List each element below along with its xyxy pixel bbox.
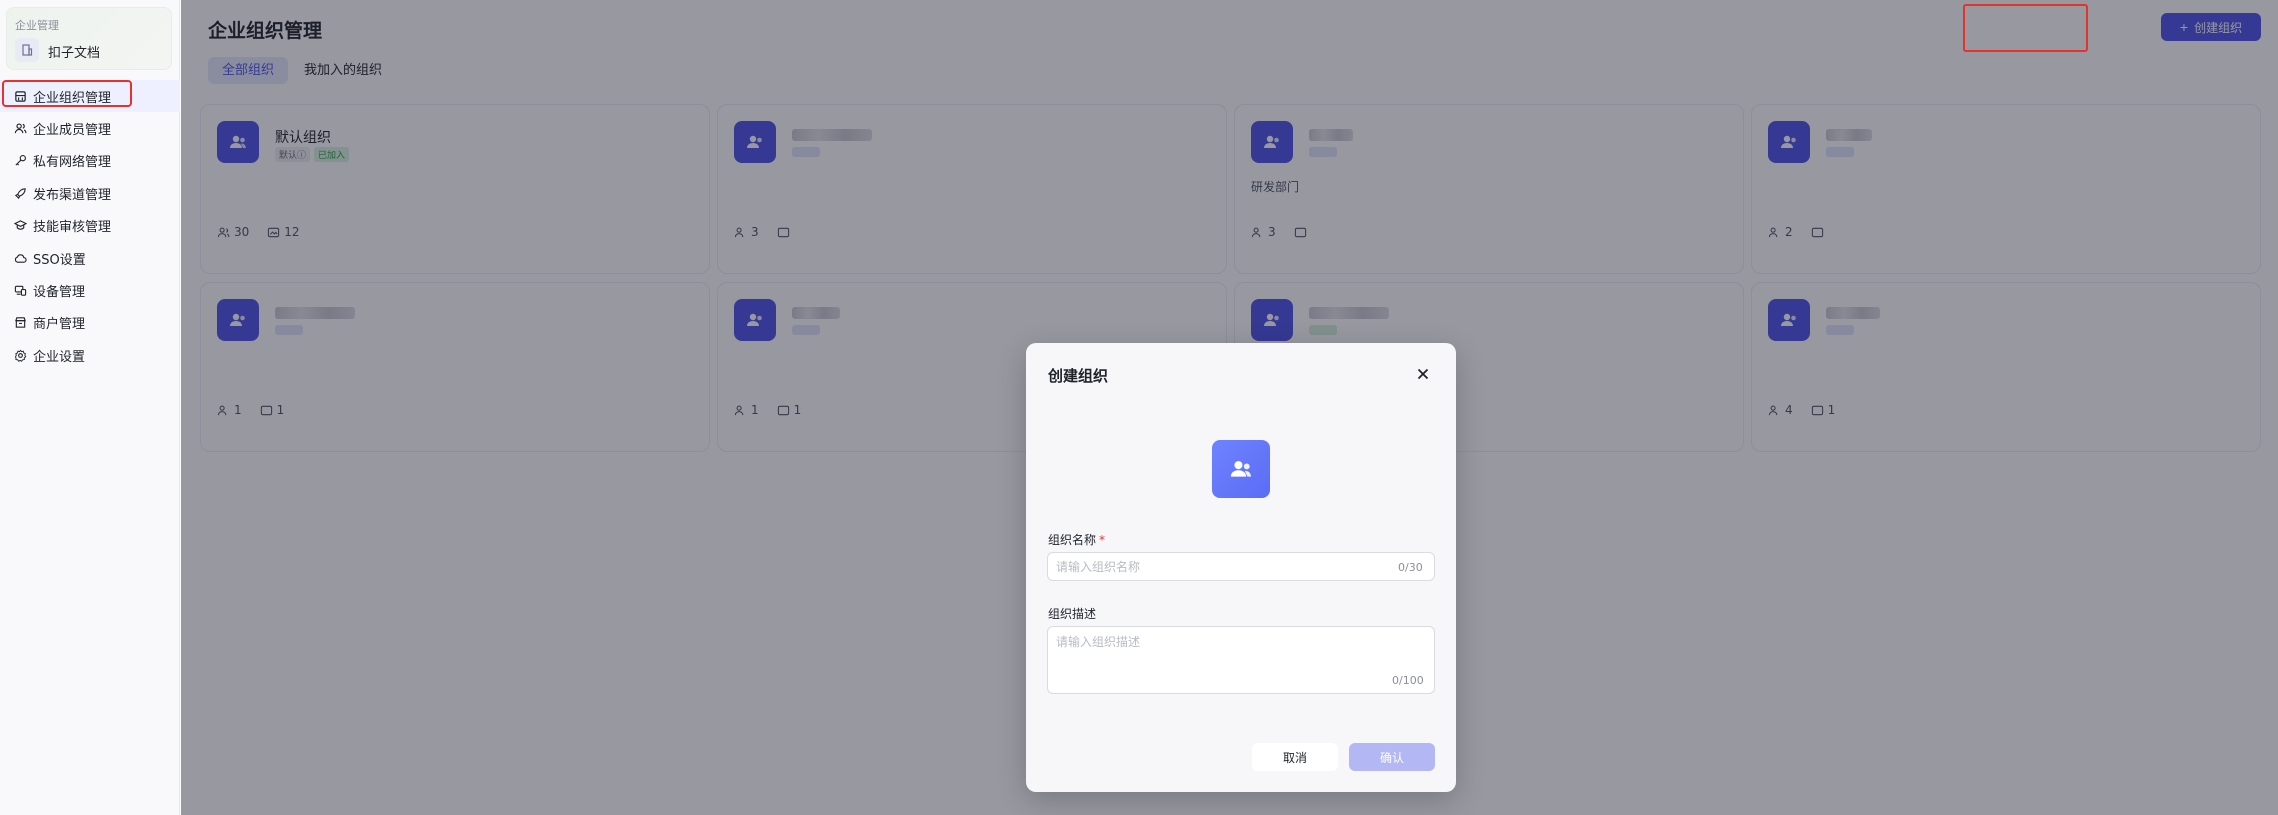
org-name-field[interactable]: 0/30 xyxy=(1047,552,1435,581)
group-avatar-icon xyxy=(1230,461,1251,477)
dialog-title: 创建组织 xyxy=(1048,367,1109,385)
graduation-cap-icon xyxy=(13,219,27,233)
sidebar-item-enterprise-settings[interactable]: 企业设置 xyxy=(0,339,180,371)
sidebar-item-label: 设备管理 xyxy=(33,285,86,301)
store-icon xyxy=(13,316,27,330)
enterprise-label: 企业管理 xyxy=(15,19,59,32)
devices-icon xyxy=(13,284,27,298)
org-name-label: 组织名称 * xyxy=(1048,531,1105,548)
sidebar-item-device-management[interactable]: 设备管理 xyxy=(0,274,180,306)
confirm-button[interactable]: 确认 xyxy=(1349,743,1435,771)
enterprise-name: 扣子文档 xyxy=(48,46,101,61)
sidebar-item-label: 商户管理 xyxy=(33,317,86,333)
org-name-counter: 0/30 xyxy=(1398,561,1423,574)
org-desc-label: 组织描述 xyxy=(1048,607,1097,621)
users-icon xyxy=(13,122,27,136)
enterprise-switcher[interactable]: 企业管理 扣子文档 xyxy=(6,7,172,70)
sidebar-item-sso[interactable]: SSO设置 xyxy=(0,242,180,274)
org-desc-field[interactable]: 0/100 xyxy=(1047,626,1435,694)
sidebar-item-label: SSO设置 xyxy=(33,252,86,268)
sidebar-item-label: 私有网络管理 xyxy=(33,155,112,171)
create-org-dialog: 创建组织 组织名称* 0/30 组织描述 0/100 取消 确认 xyxy=(1026,343,1456,792)
sidebar-item-skill-review[interactable]: 技能审核管理 xyxy=(0,210,180,242)
highlight-box xyxy=(2,80,132,107)
sidebar-item-publish-channel[interactable]: 发布渠道管理 xyxy=(0,177,180,209)
enterprise-avatar-icon xyxy=(15,38,39,62)
sidebar-item-member-management[interactable]: 企业成员管理 xyxy=(0,112,180,144)
sidebar-nav: 企业组织管理 企业成员管理 私有网络管理 发布渠道管理 技能审核管理 SSO设置… xyxy=(0,80,180,372)
org-desc-input[interactable] xyxy=(1056,633,1386,673)
org-name-input[interactable] xyxy=(1056,560,1386,574)
org-avatar-upload[interactable] xyxy=(1212,440,1270,498)
sidebar-item-private-network[interactable]: 私有网络管理 xyxy=(0,145,180,177)
key-icon xyxy=(13,154,27,168)
sidebar: 企业管理 扣子文档 企业组织管理 企业成员管理 私有网络管理 发布渠道管理 技能… xyxy=(0,0,180,815)
org-desc-counter: 0/100 xyxy=(1392,674,1424,687)
gear-icon xyxy=(13,348,27,362)
sidebar-item-label: 发布渠道管理 xyxy=(33,187,112,203)
sidebar-item-org-management[interactable]: 企业组织管理 xyxy=(0,80,180,113)
close-icon[interactable] xyxy=(1412,363,1434,385)
required-mark: * xyxy=(1099,533,1106,547)
org-name-label-text: 组织名称 xyxy=(1048,533,1097,547)
sidebar-item-label: 企业设置 xyxy=(33,349,86,365)
cancel-button[interactable]: 取消 xyxy=(1252,743,1338,771)
sidebar-item-label: 企业成员管理 xyxy=(33,123,112,139)
sidebar-item-label: 技能审核管理 xyxy=(33,220,112,236)
sidebar-item-merchant-management[interactable]: 商户管理 xyxy=(0,307,180,339)
rocket-icon xyxy=(13,186,27,200)
cloud-key-icon xyxy=(13,251,27,265)
highlight-box xyxy=(1963,4,2088,52)
